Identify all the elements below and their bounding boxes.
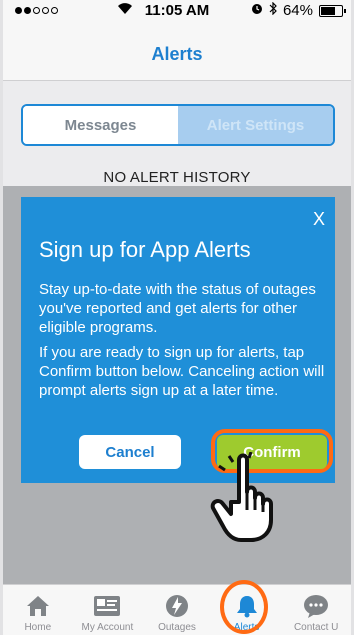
lightning-icon: [161, 592, 193, 620]
tab-messages[interactable]: Messages: [23, 106, 178, 144]
alerts-highlight-ring: [219, 580, 268, 634]
dialog-title: Sign up for App Alerts: [39, 237, 251, 262]
page-title: Alerts: [151, 44, 203, 64]
tab-label: Home: [24, 622, 52, 633]
nav-bar: Alerts: [3, 22, 351, 81]
close-button[interactable]: X: [313, 209, 325, 230]
tab-outages[interactable]: Outages: [142, 585, 212, 635]
home-icon: [22, 592, 54, 620]
dialog-description: Stay up-to-date with the status of outag…: [39, 281, 316, 336]
account-card-icon: [91, 592, 123, 620]
tab-bar: Home My Account Outages Alerts Contact U: [3, 580, 351, 635]
alerts-signup-dialog: X Sign up for App Alerts Stay up-to-date…: [21, 197, 335, 483]
status-bar: 11:05 AM 64%: [3, 0, 351, 22]
tab-home[interactable]: Home: [3, 585, 73, 635]
alarm-icon: [251, 2, 263, 19]
tab-alerts[interactable]: Alerts: [212, 580, 282, 635]
battery-percent: 64%: [282, 2, 313, 19]
tab-contact-us[interactable]: Contact U: [281, 585, 351, 635]
tab-label: Contact U: [293, 622, 339, 633]
app-screen: 11:05 AM 64% Alerts Messages Alert Setti…: [3, 0, 351, 635]
battery-icon: [319, 4, 346, 17]
tab-label: My Account: [81, 622, 134, 633]
chat-bubble-icon: [300, 592, 332, 620]
bluetooth-icon: [269, 1, 277, 19]
cancel-button[interactable]: Cancel: [79, 435, 181, 469]
segmented-control: Messages Alert Settings: [21, 104, 335, 146]
dialog-instructions: If you are ready to sign up for alerts, …: [39, 344, 325, 399]
tab-my-account[interactable]: My Account: [73, 585, 143, 635]
tab-alert-settings[interactable]: Alert Settings: [178, 106, 333, 144]
empty-history-label: NO ALERT HISTORY: [103, 169, 251, 186]
tab-label: Outages: [158, 622, 196, 633]
tap-hand-icon: [210, 452, 273, 542]
